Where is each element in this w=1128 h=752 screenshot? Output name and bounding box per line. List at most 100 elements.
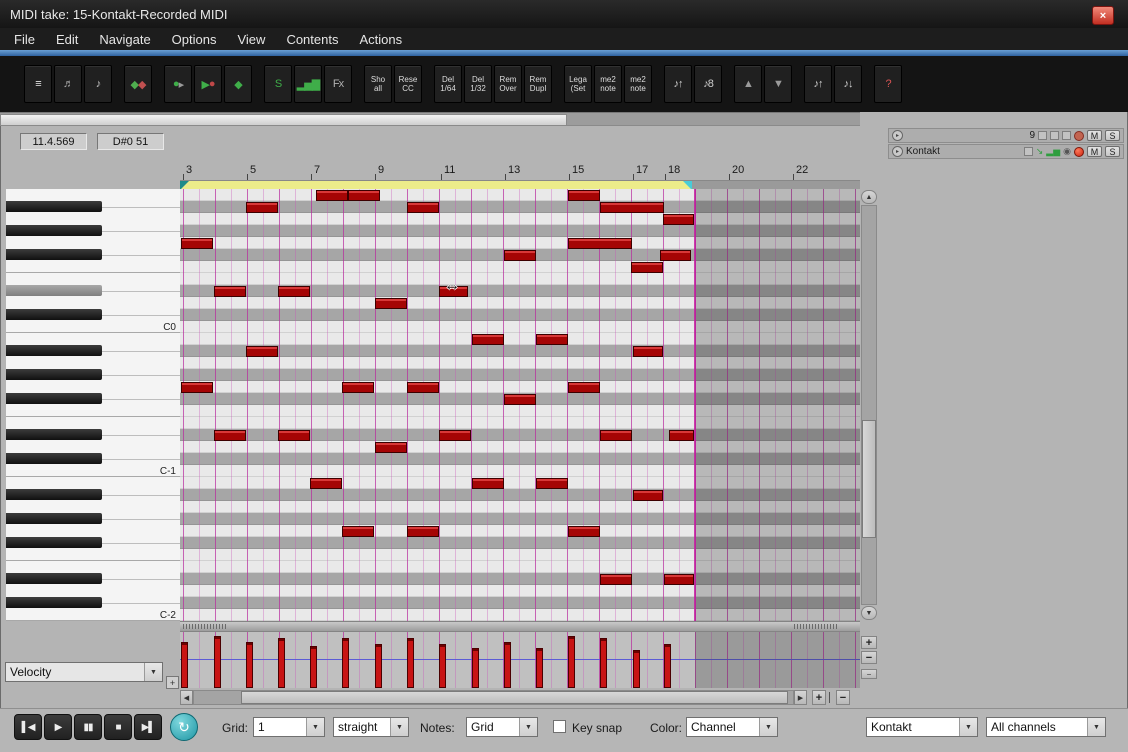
glue-notes-button[interactable]: S: [264, 65, 292, 103]
midi-note[interactable]: [246, 346, 278, 357]
piano-keyboard[interactable]: C0C-1C-2: [6, 189, 182, 621]
preview-play-button[interactable]: ▶●: [194, 65, 222, 103]
menu-file[interactable]: File: [14, 32, 35, 47]
stop-button[interactable]: ■: [104, 714, 132, 740]
piano-key-black[interactable]: [6, 345, 102, 356]
track-option-icon[interactable]: [1050, 131, 1059, 140]
top-horizontal-scrollbar[interactable]: [0, 112, 860, 126]
piano-key-black[interactable]: [6, 453, 102, 464]
piano-key-black[interactable]: [6, 489, 102, 500]
record-settings-button[interactable]: ●▸: [164, 65, 192, 103]
delete-1-32-button[interactable]: Del1/32: [464, 65, 492, 103]
scroll-up-button[interactable]: ▲: [861, 190, 877, 204]
midi-note[interactable]: [472, 334, 504, 345]
velocity-bar[interactable]: [536, 648, 543, 688]
velocity-bar[interactable]: [568, 636, 575, 688]
close-button[interactable]: ×: [1092, 6, 1114, 25]
mute-button[interactable]: M: [1087, 146, 1102, 157]
track-option-icon[interactable]: [1062, 131, 1071, 140]
midi-note[interactable]: [407, 526, 439, 537]
preview-diamond-button[interactable]: ◆: [224, 65, 252, 103]
envelope-icon[interactable]: ◉: [1063, 146, 1071, 157]
track-option-icon[interactable]: [1038, 131, 1047, 140]
midi-note[interactable]: [631, 262, 663, 273]
delete-1-64-button[interactable]: Del1/64: [434, 65, 462, 103]
menu-options[interactable]: Options: [172, 32, 217, 47]
midi-note[interactable]: [663, 214, 694, 225]
piano-key-black[interactable]: [6, 573, 102, 584]
midi-note[interactable]: [407, 202, 439, 213]
me2-note-button-1[interactable]: me2note: [594, 65, 622, 103]
zoom-out-vertical-button[interactable]: −: [861, 651, 877, 664]
velocity-bar[interactable]: [407, 638, 414, 688]
track-row-kontakt[interactable]: ▸ Kontakt ↘ ▂▅ ◉ M S: [888, 144, 1124, 159]
midi-note[interactable]: [660, 250, 691, 261]
grid-size-dropdown[interactable]: 1 ▼: [253, 717, 325, 737]
note-grid[interactable]: ↔: [180, 189, 860, 621]
midi-note[interactable]: [568, 526, 600, 537]
transpose-semitone-down-button[interactable]: ♪↓: [834, 65, 862, 103]
midi-note[interactable]: [669, 430, 694, 441]
fx-button[interactable]: Fx: [324, 65, 352, 103]
midi-note[interactable]: [342, 382, 374, 393]
velocity-lane[interactable]: [180, 632, 860, 688]
midi-note[interactable]: [278, 430, 310, 441]
piano-key-black[interactable]: [6, 513, 102, 524]
play-button[interactable]: ▶: [44, 714, 72, 740]
lane-resize-divider[interactable]: [180, 621, 860, 632]
transpose-octave-up-button[interactable]: ♪↑: [664, 65, 692, 103]
menu-actions[interactable]: Actions: [359, 32, 402, 47]
solo-button[interactable]: S: [1105, 146, 1120, 157]
velocity-bar[interactable]: [310, 646, 317, 688]
velocity-bar[interactable]: [342, 638, 349, 688]
solo-button[interactable]: S: [1105, 130, 1120, 141]
midi-note[interactable]: [181, 382, 213, 393]
notation-view-button[interactable]: ♪: [84, 65, 112, 103]
vertical-scrollbar-thumb[interactable]: [862, 420, 876, 538]
piano-key-black[interactable]: [6, 393, 102, 404]
sync-loop-button[interactable]: ↻: [170, 713, 198, 741]
input-routing-icon[interactable]: ↘: [1036, 146, 1044, 157]
midi-note[interactable]: [600, 430, 632, 441]
piano-key-black[interactable]: [6, 201, 102, 212]
scroll-right-button[interactable]: ▶: [794, 690, 807, 705]
midi-note[interactable]: [472, 478, 504, 489]
nav-down-button[interactable]: ▼: [764, 65, 792, 103]
midi-note[interactable]: [664, 574, 694, 585]
vertical-scrollbar[interactable]: [861, 205, 877, 605]
velocity-bar[interactable]: [600, 638, 607, 688]
piano-key-black[interactable]: [6, 309, 102, 320]
piano-key-black[interactable]: [6, 429, 102, 440]
mute-button[interactable]: M: [1087, 130, 1102, 141]
velocity-bar[interactable]: [633, 650, 640, 688]
midi-note[interactable]: [439, 430, 471, 441]
piano-key-black[interactable]: [6, 285, 102, 296]
pause-button[interactable]: ▮▮: [74, 714, 102, 740]
transpose-octave-down-button[interactable]: ♪8: [694, 65, 722, 103]
legato-button[interactable]: Lega(Set: [564, 65, 592, 103]
title-bar[interactable]: MIDI take: 15-Kontakt-Recorded MIDI ×: [0, 0, 1128, 28]
scroll-down-button[interactable]: ▼: [861, 606, 877, 620]
midi-note[interactable]: [536, 334, 568, 345]
track-dropdown[interactable]: Kontakt ▼: [866, 717, 978, 737]
zoom-out-horizontal-button[interactable]: −: [836, 690, 850, 705]
cc-bars-button[interactable]: ▂▅▇: [294, 65, 322, 103]
piano-key-black[interactable]: [6, 249, 102, 260]
horizontal-scrollbar-thumb[interactable]: [241, 691, 788, 704]
midi-note[interactable]: [375, 442, 407, 453]
key-snap-checkbox[interactable]: [553, 720, 566, 733]
piano-key-black[interactable]: [6, 537, 102, 548]
midi-note[interactable]: [568, 238, 632, 249]
track-expand-icon[interactable]: ▸: [892, 146, 903, 157]
midi-note[interactable]: [504, 250, 536, 261]
midi-note[interactable]: [342, 526, 374, 537]
track-row-1[interactable]: ▸ 9 M S: [888, 128, 1124, 143]
midi-note[interactable]: [316, 190, 348, 201]
piano-key-black[interactable]: [6, 225, 102, 236]
go-to-start-button[interactable]: ▌◀: [14, 714, 42, 740]
menu-edit[interactable]: Edit: [56, 32, 78, 47]
piano-key-black[interactable]: [6, 369, 102, 380]
color-dropdown[interactable]: Channel ▼: [686, 717, 778, 737]
add-cc-lane-button[interactable]: +: [166, 676, 179, 689]
velocity-bar[interactable]: [181, 642, 188, 688]
